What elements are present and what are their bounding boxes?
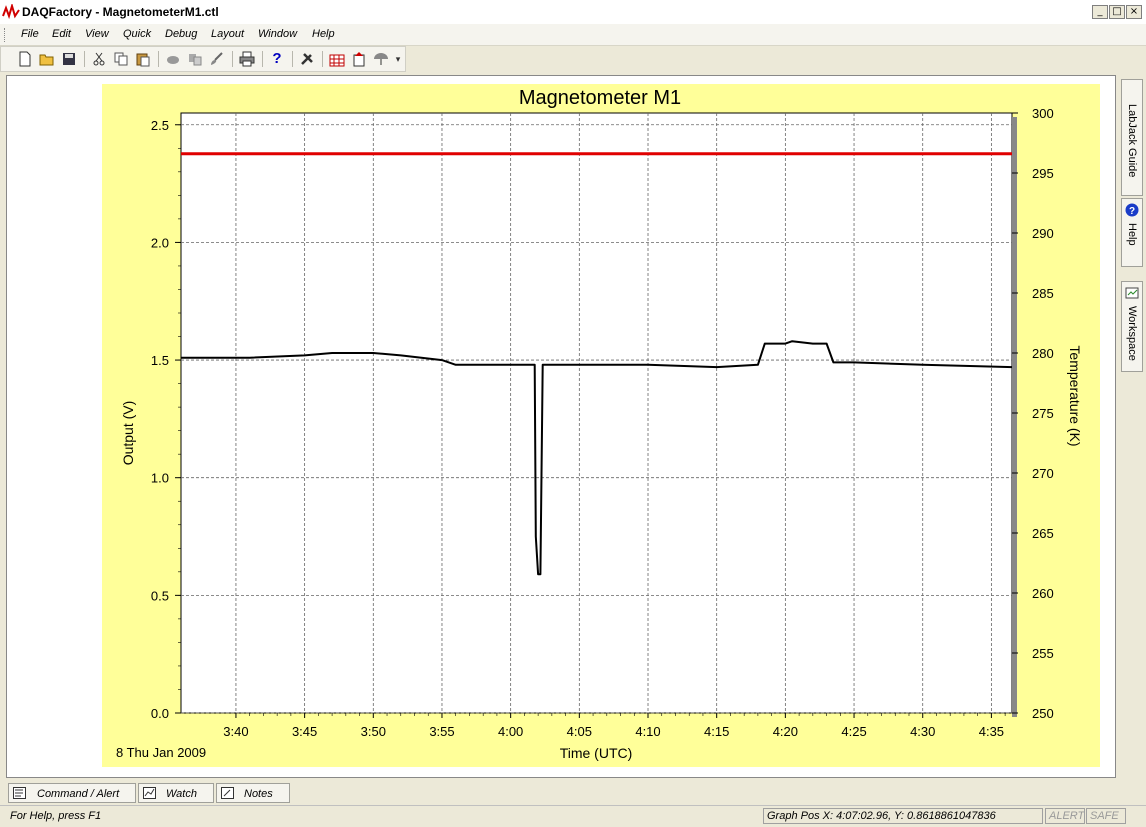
chart-icon[interactable] — [329, 51, 345, 67]
y2-axis-label: Temperature (K) — [1067, 345, 1083, 446]
x-tick-label: 3:55 — [429, 724, 454, 739]
x-axis-label: Time (UTC) — [560, 745, 633, 761]
x-tick-label: 4:15 — [704, 724, 729, 739]
daqfactory-app-icon — [2, 4, 20, 20]
y2-tick-label: 250 — [1032, 706, 1054, 721]
help-icon: ? — [1125, 203, 1139, 217]
x-tick-label: 4:35 — [979, 724, 1004, 739]
maximize-button[interactable]: □ — [1109, 5, 1125, 19]
workspace-icon — [1125, 287, 1139, 299]
new-file-icon[interactable] — [17, 51, 33, 67]
x-tick-label: 3:50 — [361, 724, 386, 739]
y2-tick-label: 275 — [1032, 406, 1054, 421]
umbrella-icon[interactable] — [373, 51, 389, 67]
y2-tick-label: 265 — [1032, 526, 1054, 541]
export-icon[interactable] — [351, 51, 367, 67]
window-title: DAQFactory - MagnetometerM1.ctl — [22, 5, 219, 19]
x-tick-label: 4:00 — [498, 724, 523, 739]
tab-label: Watch — [166, 788, 197, 800]
tab-label: Command / Alert — [37, 788, 120, 800]
menu-layout[interactable]: Layout — [211, 28, 244, 40]
status-safe-indicator: SAFE — [1086, 808, 1126, 824]
menu-view[interactable]: View — [85, 28, 109, 40]
chart-title: Magnetometer M1 — [519, 87, 681, 109]
x-tick-label: 4:20 — [773, 724, 798, 739]
plot-area — [180, 112, 1013, 714]
y2-tick-label: 300 — [1032, 106, 1054, 121]
status-alert-indicator: ALERT — [1045, 808, 1085, 824]
bottom-tab-bar: Command / Alert Watch Notes — [0, 782, 1146, 804]
x-axis: 3:40 3:45 3:50 3:55 4:00 4:05 4:10 4:15 4:20 4:25… — [223, 713, 1006, 739]
paste-icon[interactable] — [135, 51, 151, 67]
x-tick-label: 4:10 — [635, 724, 660, 739]
date-label: 8 Thu Jan 2009 — [116, 745, 206, 760]
menu-quick[interactable]: Quick — [123, 28, 151, 40]
toolbar: ? ▾ — [0, 46, 406, 72]
plot-shadow-right — [1012, 117, 1017, 717]
print-icon[interactable] — [239, 51, 255, 67]
y2-tick-label: 280 — [1032, 346, 1054, 361]
y-tick-label: 0.5 — [151, 588, 169, 603]
x-tick-label: 3:45 — [292, 724, 317, 739]
menu-bar: File Edit View Quick Debug Layout Window… — [0, 24, 1146, 46]
y2-tick-label: 270 — [1032, 466, 1054, 481]
side-tab-label: Workspace — [1126, 306, 1138, 361]
y2-tick-label: 295 — [1032, 166, 1054, 181]
status-bar: For Help, press F1 Graph Pos X: 4:07:02.… — [0, 805, 1146, 827]
x-tick-label: 4:30 — [910, 724, 935, 739]
y-tick-label: 0.0 — [151, 706, 169, 721]
y2-tick-label: 290 — [1032, 226, 1054, 241]
side-tab-label: Help — [1126, 223, 1138, 246]
status-graph-position: Graph Pos X: 4:07:02.96, Y: 0.8618861047… — [763, 808, 1043, 824]
side-tab-labjack-guide[interactable]: LabJack Guide — [1121, 79, 1143, 196]
help-question-icon[interactable]: ? — [269, 51, 285, 67]
tab-command-alert[interactable]: Command / Alert — [8, 783, 136, 803]
x-tick-label: 4:25 — [841, 724, 866, 739]
command-icon — [13, 787, 26, 799]
brush-icon[interactable] — [209, 51, 225, 67]
open-folder-icon[interactable] — [39, 51, 55, 67]
link-icon[interactable] — [165, 51, 181, 67]
status-help-text: For Help, press F1 — [10, 810, 102, 822]
side-tab-workspace[interactable]: Workspace — [1121, 281, 1143, 372]
menu-help[interactable]: Help — [312, 28, 335, 40]
side-tab-label: LabJack Guide — [1126, 104, 1138, 178]
x-tick-label: 3:40 — [223, 724, 248, 739]
y-tick-label: 2.5 — [151, 118, 169, 133]
minimize-button[interactable]: _ — [1092, 5, 1108, 19]
menu-edit[interactable]: Edit — [52, 28, 71, 40]
y-tick-label: 1.5 — [151, 353, 169, 368]
y-axis-right: 250 255 260 265 270 275 280 285 290 295 300 — [1012, 106, 1054, 721]
y-tick-label: 1.0 — [151, 471, 169, 486]
side-tab-help[interactable]: ? Help — [1121, 198, 1143, 267]
title-bar: DAQFactory - MagnetometerM1.ctl _ □ × — [0, 0, 1146, 25]
graph-panel[interactable]: 3:40 3:45 3:50 3:55 4:00 4:05 4:10 4:15 4:20 4:25… — [102, 84, 1100, 767]
toolbar-overflow-icon[interactable]: ▾ — [393, 51, 403, 67]
tab-label: Notes — [244, 788, 273, 800]
duplicate-icon[interactable] — [187, 51, 203, 67]
right-dock: LabJack Guide ? Help Workspace — [1118, 75, 1146, 778]
x-tick-label: 4:05 — [567, 724, 592, 739]
y-tick-label: 2.0 — [151, 235, 169, 250]
watch-icon — [143, 787, 156, 799]
close-button[interactable]: × — [1126, 5, 1142, 19]
y2-tick-label: 255 — [1032, 646, 1054, 661]
tools-icon[interactable] — [299, 51, 315, 67]
tab-watch[interactable]: Watch — [138, 783, 214, 803]
notes-icon — [221, 787, 234, 799]
menu-window[interactable]: Window — [258, 28, 297, 40]
copy-icon[interactable] — [113, 51, 129, 67]
save-icon[interactable] — [61, 51, 77, 67]
magnetometer-chart[interactable]: 3:40 3:45 3:50 3:55 4:00 4:05 4:10 4:15 4:20 4:25… — [102, 84, 1100, 767]
menu-file[interactable]: File — [21, 28, 39, 40]
y2-tick-label: 285 — [1032, 286, 1054, 301]
cut-icon[interactable] — [91, 51, 107, 67]
menu-debug[interactable]: Debug — [165, 28, 197, 40]
tab-notes[interactable]: Notes — [216, 783, 290, 803]
y-axis-label: Output (V) — [120, 401, 136, 466]
y-axis-left: 0.0 0.5 1.0 1.5 2.0 2.5 — [151, 118, 181, 721]
svg-text:?: ? — [1129, 206, 1135, 217]
menu-grip-icon — [4, 28, 8, 42]
y2-tick-label: 260 — [1032, 586, 1054, 601]
